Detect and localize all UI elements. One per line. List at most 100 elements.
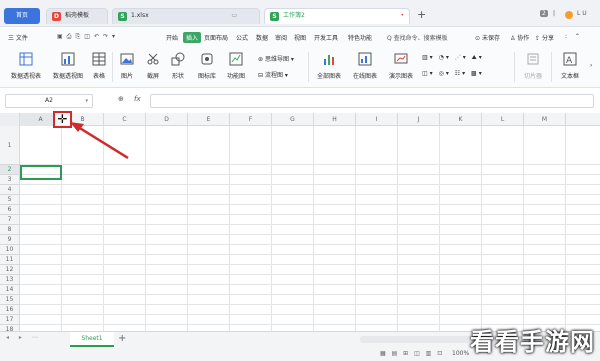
user-name[interactable]: L U xyxy=(577,10,587,17)
picture-label: 图片 xyxy=(120,73,133,80)
quick-access-icons[interactable]: ▣⎙⎘◫↶↷▾ xyxy=(57,33,119,41)
pivot-table-label: 数据透视表 xyxy=(10,73,41,80)
row-gridline xyxy=(20,194,600,195)
mind-map-button[interactable]: ⊛ 思维导图 ▾ xyxy=(258,54,294,63)
row-header-5[interactable]: 5 xyxy=(0,195,20,205)
row-header-6[interactable]: 6 xyxy=(0,205,20,215)
tab-page-layout[interactable]: 页面布局 xyxy=(204,33,228,42)
column-header-g[interactable]: G xyxy=(272,113,314,126)
row-gridline xyxy=(20,274,600,275)
row-header-3[interactable]: 3 xyxy=(0,175,20,185)
spreadsheet-grid[interactable]: ABCDEFGHIJKLM 1 2 3 4 5 6 7 8 9 10 11 12 13 14 15 16 17 1… xyxy=(0,113,600,331)
row-header-8[interactable]: 8 xyxy=(0,225,20,235)
tab-view[interactable]: 视图 xyxy=(294,33,306,42)
add-sheet-button[interactable]: + xyxy=(118,333,126,345)
column-header-i[interactable]: I xyxy=(356,113,398,126)
divider-icon: | xyxy=(553,10,556,17)
icon-library-label: 图标库 xyxy=(197,73,216,80)
row-header-15[interactable]: 15 xyxy=(0,295,20,305)
slicer-label: 切片器 xyxy=(523,73,542,80)
view-mode-icons[interactable]: ▦ ▤ ⊞ ◫ ▥ ⊡ xyxy=(380,350,444,357)
table-button[interactable]: 表格 xyxy=(88,52,110,80)
function-chart-button[interactable]: 功能图 xyxy=(222,52,250,80)
tab-start[interactable]: 开始 xyxy=(166,33,178,42)
column-header-e[interactable]: E xyxy=(188,113,230,126)
slicer-button[interactable]: 切片器 xyxy=(518,52,548,80)
window-count-badge[interactable]: 2 xyxy=(540,10,548,17)
online-charts-button[interactable]: 在线图表 xyxy=(348,52,382,80)
avatar[interactable] xyxy=(565,11,573,19)
share-button[interactable]: ⇪ 分享 xyxy=(535,33,554,42)
home-tab[interactable]: 首页 xyxy=(4,8,40,24)
tab-review[interactable]: 审阅 xyxy=(275,33,287,42)
zoom-level[interactable]: 100% xyxy=(452,350,469,357)
row-header-12[interactable]: 12 xyxy=(0,265,20,275)
zoom-formula-icon[interactable]: ⊕ xyxy=(118,95,124,103)
row-header-16[interactable]: 16 xyxy=(0,305,20,315)
tab-data[interactable]: 数据 xyxy=(256,33,268,42)
chart-type-icons-row-2[interactable]: ◫▾ ◎▾ ☷▾ ▩▾ xyxy=(422,70,484,77)
column-header-d[interactable]: D xyxy=(146,113,188,126)
search-command[interactable]: Q 查找命令、搜索模板 xyxy=(387,33,448,42)
more-icon[interactable]: : ⌃ xyxy=(565,33,583,40)
row-header-4[interactable]: 4 xyxy=(0,185,20,195)
sheet-tab-sheet1[interactable]: Sheet1 xyxy=(70,332,114,347)
column-header-j[interactable]: J xyxy=(398,113,440,126)
text-box-label: 文本框 xyxy=(560,73,579,80)
tab-workbook-2[interactable]: S 工作簿2 • xyxy=(264,8,410,24)
row-header-1[interactable]: 1 xyxy=(0,126,20,165)
share-label: 分享 xyxy=(541,35,554,42)
column-gridline xyxy=(145,126,146,331)
row-gridline xyxy=(20,254,600,255)
monitor-icon: ▭ xyxy=(231,12,237,19)
row-header-7[interactable]: 7 xyxy=(0,215,20,225)
collab-button[interactable]: ♙ 协作 xyxy=(510,33,529,42)
column-header-c[interactable]: C xyxy=(104,113,146,126)
tab-features[interactable]: 特色功能 xyxy=(348,33,372,42)
icon-library-button[interactable]: 图标库 xyxy=(194,52,220,80)
pivot-table-button[interactable]: 数据透视表 xyxy=(6,52,46,80)
row-header-13[interactable]: 13 xyxy=(0,275,20,285)
picture-button[interactable]: 图片 xyxy=(116,52,138,80)
row-header-2[interactable]: 2 xyxy=(0,165,20,175)
row-header-17[interactable]: 17 xyxy=(0,315,20,325)
row-header-14[interactable]: 14 xyxy=(0,285,20,295)
name-box[interactable]: A2 ▾ xyxy=(5,94,93,108)
spreadsheet-icon: S xyxy=(118,12,127,21)
chart-type-icons-row-1[interactable]: ▥▾ ◔▾ ⋰▾ ⛰▾ xyxy=(422,54,484,62)
tab-formula[interactable]: 公式 xyxy=(236,33,248,42)
save-status[interactable]: ⊙ 未保存 xyxy=(475,33,500,42)
tab-insert[interactable]: 插入 xyxy=(183,32,202,43)
column-header-k[interactable]: K xyxy=(440,113,482,126)
column-header-l[interactable]: L xyxy=(482,113,524,126)
flowchart-button[interactable]: ⊟ 流程图 ▾ xyxy=(258,70,288,79)
formula-input[interactable] xyxy=(150,94,594,108)
name-box-value: A2 xyxy=(45,97,53,104)
row-header-11[interactable]: 11 xyxy=(0,255,20,265)
column-header-f[interactable]: F xyxy=(230,113,272,126)
tab-file-1[interactable]: S 1.xlsx ▭ xyxy=(112,8,260,24)
chevron-down-icon[interactable]: ▾ xyxy=(85,95,88,107)
screenshot-button[interactable]: 截屏 xyxy=(142,52,164,80)
shape-button[interactable]: 形状 xyxy=(167,52,189,80)
column-header-m[interactable]: M xyxy=(524,113,566,126)
close-dot-icon[interactable]: • xyxy=(400,9,404,23)
ribbon-more-icon[interactable]: › xyxy=(590,62,592,69)
text-box-button[interactable]: A 文本框 xyxy=(555,52,585,80)
tab-developer[interactable]: 开发工具 xyxy=(314,33,338,42)
select-all-corner[interactable] xyxy=(0,113,20,126)
all-charts-button[interactable]: 全部图表 xyxy=(312,52,346,80)
pivot-chart-button[interactable]: 数据透视图 xyxy=(48,52,88,80)
tab-template[interactable]: D 稻壳模板 xyxy=(46,8,108,24)
selected-cell-a2[interactable] xyxy=(20,165,62,180)
sheet-nav-icons[interactable]: ◂ ▸ ⋯ xyxy=(6,334,42,341)
column-gridline xyxy=(355,126,356,331)
demo-charts-button[interactable]: 演示图表 xyxy=(384,52,418,80)
column-gridline xyxy=(229,126,230,331)
fx-label[interactable]: fx xyxy=(134,95,141,103)
column-header-h[interactable]: H xyxy=(314,113,356,126)
file-menu[interactable]: 三 文件 xyxy=(8,33,28,42)
row-header-10[interactable]: 10 xyxy=(0,245,20,255)
add-tab-button[interactable]: + xyxy=(417,9,426,21)
row-header-9[interactable]: 9 xyxy=(0,235,20,245)
